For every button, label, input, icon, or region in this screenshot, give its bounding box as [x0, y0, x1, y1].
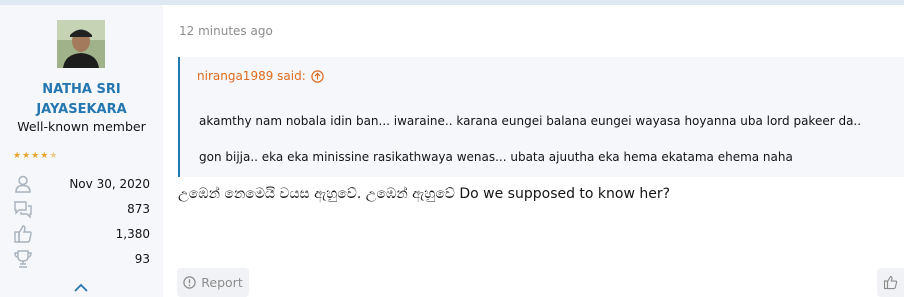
star-rating: ★ ★ ★ ★ ★: [13, 151, 57, 161]
quote-author-link[interactable]: niranga1989 said:: [197, 69, 324, 83]
stat-value: 873: [127, 201, 150, 216]
alert-circle-icon: [183, 276, 196, 289]
avatar[interactable]: [57, 20, 105, 68]
stat-reactions: 1,380: [13, 221, 150, 246]
thumbs-up-icon: [14, 224, 32, 243]
star-icon: ★: [13, 151, 22, 161]
report-button[interactable]: Report: [177, 268, 249, 297]
star-icon: ★: [22, 151, 31, 161]
user-column: NATHA SRI JAYASEKARA Well-known member ★…: [0, 5, 163, 297]
username[interactable]: NATHA SRI JAYASEKARA: [0, 80, 163, 120]
thumbs-up-icon: [883, 275, 898, 290]
star-icon: ★: [40, 151, 49, 161]
post-time[interactable]: 12 minutes ago: [179, 24, 273, 38]
quote-author: niranga1989 said:: [197, 69, 306, 83]
half-star-icon: ★: [49, 151, 58, 161]
stat-value: Nov 30, 2020: [69, 176, 150, 191]
quote-text: gon bijja.. eka eka minissine rasikathwa…: [199, 150, 793, 164]
stat-joined: Nov 30, 2020: [13, 171, 150, 196]
user-title: Well-known member: [17, 119, 146, 134]
message-body: උඹෙන් නෙමෙයි වයස ඇහුවේ. උඹෙන් ඇහුවේ Do w…: [178, 186, 671, 202]
messages-icon: [14, 200, 32, 219]
quote-block: niranga1989 said: akamthy nam nobala idi…: [178, 57, 904, 177]
user-stats: Nov 30, 2020 873 1,380 93: [13, 171, 150, 271]
star-icon: ★: [31, 151, 40, 161]
user-icon: [15, 175, 31, 193]
stat-messages: 873: [13, 196, 150, 221]
stat-points: 93: [13, 246, 150, 271]
like-button[interactable]: [877, 268, 904, 297]
report-label: Report: [201, 275, 243, 290]
chevron-up-icon[interactable]: [73, 281, 89, 295]
stat-value: 93: [134, 251, 150, 266]
arrow-up-circle-icon: [311, 69, 324, 83]
stat-value: 1,380: [115, 226, 150, 241]
trophy-icon: [14, 249, 32, 268]
quote-text: akamthy nam nobala idin ban... iwaraine.…: [199, 114, 862, 128]
